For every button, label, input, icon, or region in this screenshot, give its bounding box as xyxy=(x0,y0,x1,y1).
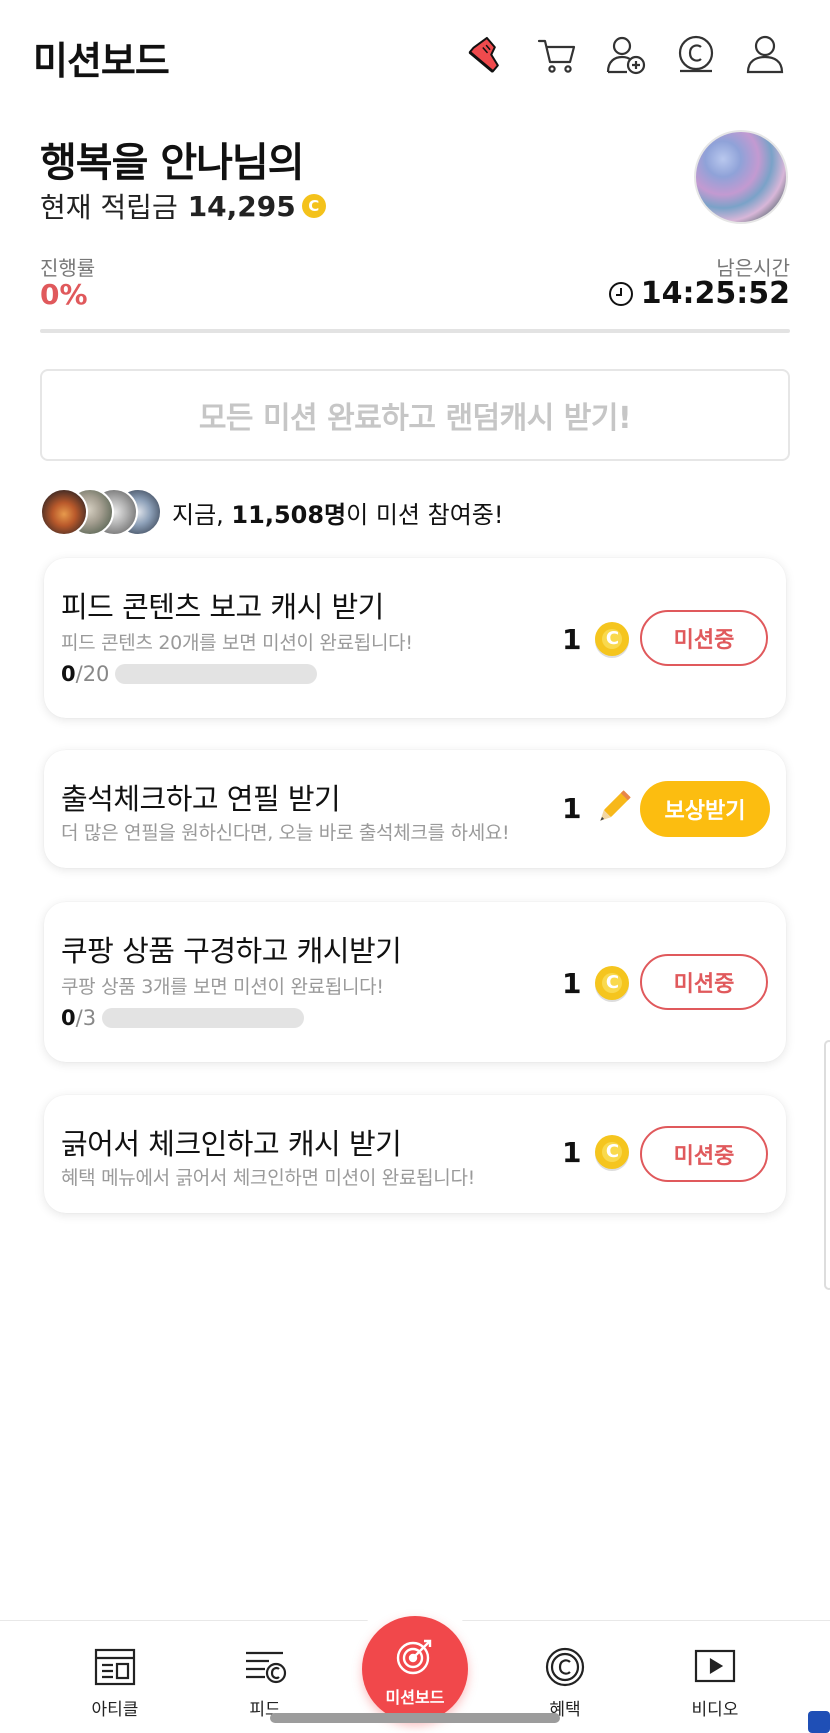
cart-icon[interactable] xyxy=(536,34,578,76)
nav-item-article[interactable]: 아티클 xyxy=(60,1647,170,1720)
points-label: 현재 적립금 xyxy=(40,191,178,224)
avatar xyxy=(40,488,88,536)
divider xyxy=(40,329,790,333)
mission-in-progress-button[interactable]: 미션중 xyxy=(640,954,768,1010)
mission-reward: 1 xyxy=(562,790,632,826)
participants-row: 지금, 11,508명이 미션 참여중! xyxy=(40,488,503,536)
mission-description: 피드 콘텐츠 20개를 보면 미션이 완료됩니다! xyxy=(61,632,413,654)
article-icon xyxy=(93,1647,137,1687)
mission-title: 피드 콘텐츠 보고 캐시 받기 xyxy=(61,590,384,624)
mission-card-attendance[interactable]: 출석체크하고 연필 받기 더 많은 연필을 원하신다면, 오늘 바로 출석체크를… xyxy=(44,750,786,868)
scroll-edge xyxy=(824,1040,830,1290)
points-summary: 현재 적립금 14,295 xyxy=(40,186,326,226)
mission-description: 더 많은 연필을 원하신다면, 오늘 바로 출석체크를 하세요! xyxy=(61,822,510,844)
remaining-time: 14:25:52 xyxy=(608,276,790,311)
mission-title: 긁어서 체크인하고 캐시 받기 xyxy=(61,1127,402,1161)
mission-description: 혜택 메뉴에서 긁어서 체크인하면 미션이 완료됩니다! xyxy=(61,1167,475,1189)
mission-reward: 1 C xyxy=(562,1135,630,1169)
participants-suffix: 이 미션 참여중! xyxy=(346,500,504,529)
mission-card-scratch[interactable]: 긁어서 체크인하고 캐시 받기 혜택 메뉴에서 긁어서 체크인하면 미션이 완료… xyxy=(44,1095,786,1213)
coin-icon: C xyxy=(595,622,630,656)
progress-label: 진행률 xyxy=(40,256,96,280)
profile-icon[interactable] xyxy=(744,34,786,76)
nav-item-video[interactable]: 비디오 xyxy=(660,1647,770,1720)
mission-title: 출석체크하고 연필 받기 xyxy=(61,782,341,816)
video-icon xyxy=(693,1647,737,1687)
mission-title: 쿠팡 상품 구경하고 캐시받기 xyxy=(61,934,402,968)
coin-icon xyxy=(301,194,326,218)
nav-label: 비디오 xyxy=(691,1700,739,1720)
user-name: 행복을 안나님의 xyxy=(40,140,305,186)
participants-count: 11,508명 xyxy=(231,500,347,529)
participant-avatars xyxy=(40,488,162,536)
nav-label: 아티클 xyxy=(91,1700,139,1720)
mission-in-progress-button[interactable]: 미션중 xyxy=(640,1126,768,1182)
mission-card-coupang[interactable]: 쿠팡 상품 구경하고 캐시받기 쿠팡 상품 3개를 보면 미션이 완료됩니다! … xyxy=(44,902,786,1062)
mission-description: 쿠팡 상품 3개를 보면 미션이 완료됩니다! xyxy=(61,976,384,998)
progress-current: 0 xyxy=(61,1006,76,1030)
progress-bar xyxy=(102,1008,305,1028)
mission-progress: 0/3 xyxy=(61,1006,305,1030)
reward-amount: 1 xyxy=(562,1135,582,1169)
add-friend-icon[interactable] xyxy=(605,34,647,76)
page-title: 미션보드 xyxy=(33,39,170,83)
mission-in-progress-button[interactable]: 미션중 xyxy=(640,610,768,666)
home-indicator xyxy=(270,1713,560,1723)
reward-amount: 1 xyxy=(562,966,582,1000)
clock-icon xyxy=(608,281,633,306)
progress-current: 0 xyxy=(61,662,76,686)
cash-icon[interactable] xyxy=(675,34,717,76)
nav-label: 미션보드 xyxy=(385,1688,445,1707)
target-icon xyxy=(396,1639,432,1675)
all-complete-button[interactable]: 모든 미션 완료하고 랜덤캐시 받기! xyxy=(40,369,790,461)
mission-reward: 1 C xyxy=(562,622,630,656)
remaining-time-value: 14:25:52 xyxy=(640,276,790,311)
coin-icon: C xyxy=(595,966,630,1000)
sneaker-icon[interactable] xyxy=(466,34,508,76)
progress-value: 0% xyxy=(40,278,88,311)
coin-icon: C xyxy=(595,1135,630,1169)
corner-badge xyxy=(808,1711,830,1733)
points-value: 14,295 xyxy=(187,189,296,223)
mission-card-feed[interactable]: 피드 콘텐츠 보고 캐시 받기 피드 콘텐츠 20개를 보면 미션이 완료됩니다… xyxy=(44,558,786,718)
progress-total: /3 xyxy=(75,1006,97,1030)
participants-text: 지금, 11,508명이 미션 참여중! xyxy=(172,495,503,530)
mission-progress: 0/20 xyxy=(61,662,318,686)
top-header: 미션보드 xyxy=(0,0,830,110)
benefit-icon xyxy=(543,1647,587,1687)
nav-item-feed[interactable]: 피드 xyxy=(210,1647,320,1720)
reward-amount: 1 xyxy=(562,622,582,656)
nav-item-missionboard[interactable]: 미션보드 xyxy=(362,1616,468,1722)
pencil-icon xyxy=(595,790,632,826)
progress-bar xyxy=(115,664,318,684)
avatar[interactable] xyxy=(694,130,788,224)
claim-reward-button[interactable]: 보상받기 xyxy=(640,781,770,837)
participants-prefix: 지금, xyxy=(172,500,232,529)
reward-amount: 1 xyxy=(562,791,582,825)
mission-reward: 1 C xyxy=(562,966,630,1000)
feed-icon xyxy=(243,1647,287,1687)
progress-total: /20 xyxy=(75,662,110,686)
nav-item-benefit[interactable]: 혜택 xyxy=(510,1647,620,1720)
